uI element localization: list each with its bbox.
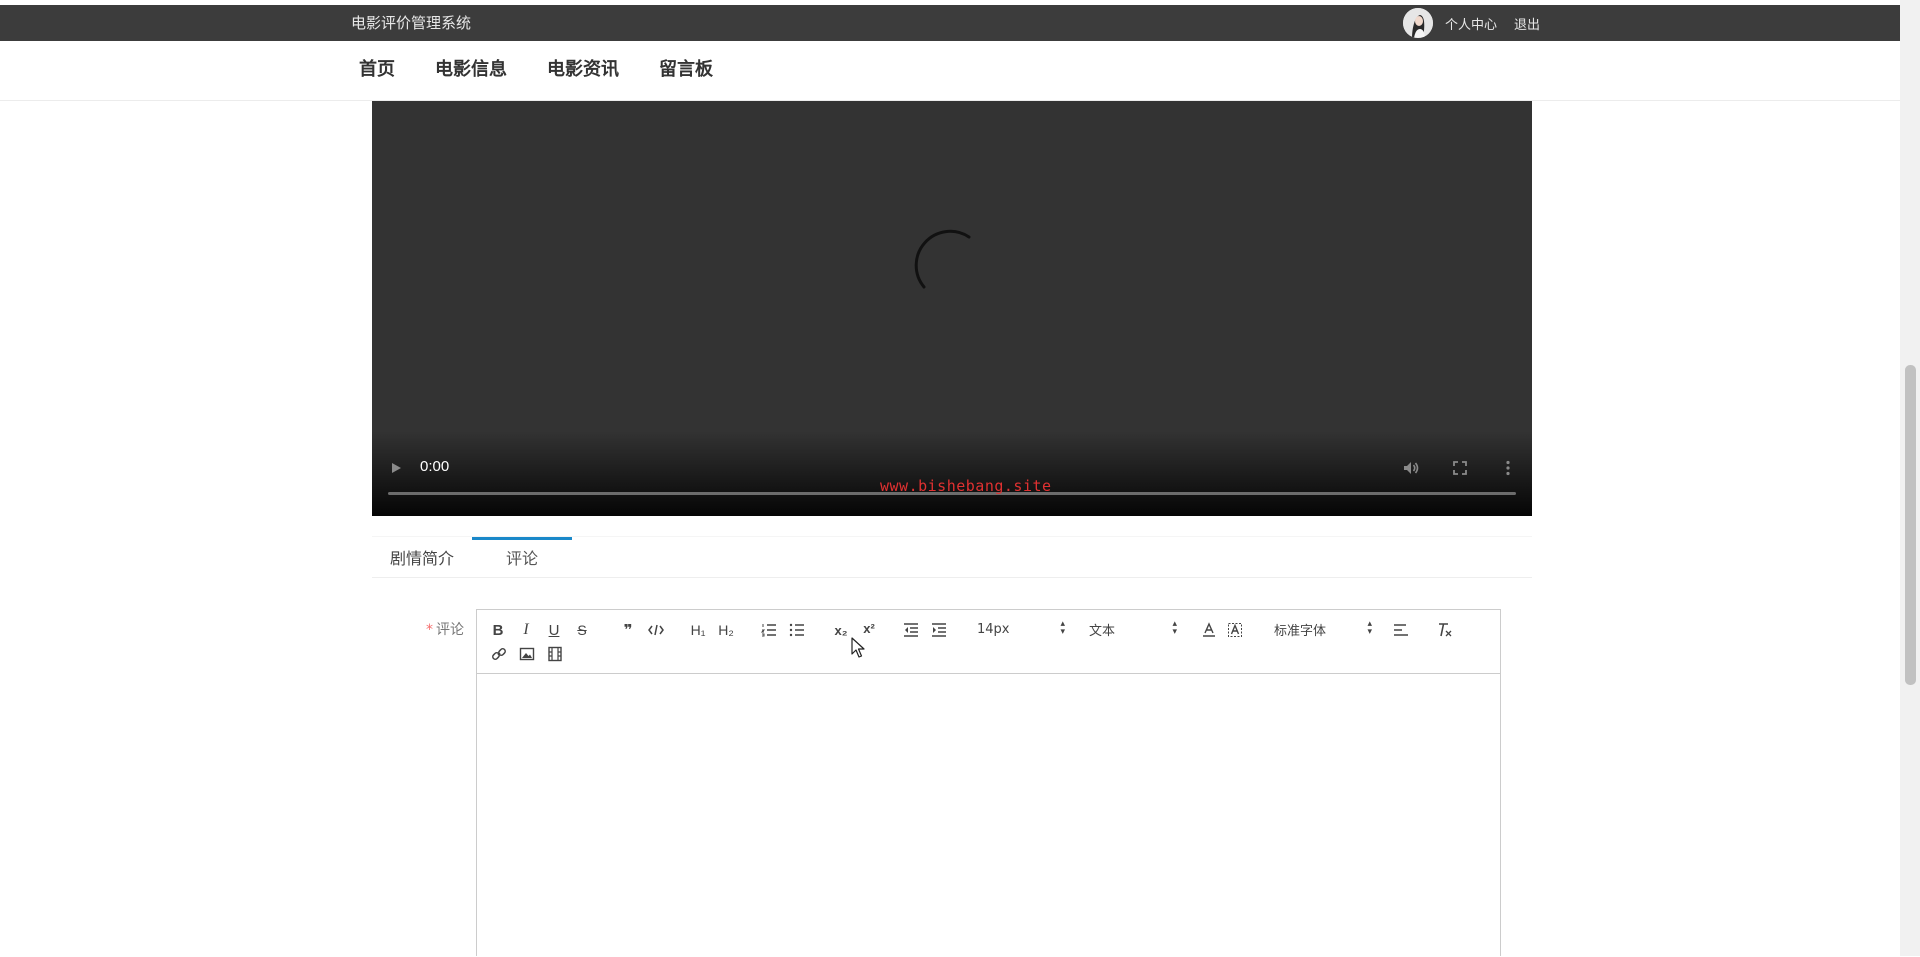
play-icon[interactable] xyxy=(386,458,406,478)
font-size-select[interactable]: 14px ▴ ▾ xyxy=(977,619,1065,639)
select-arrows-icon: ▴ ▾ xyxy=(1060,619,1065,637)
outdent-icon xyxy=(904,623,918,637)
bullet-list-button[interactable] xyxy=(788,620,806,640)
outdent-button[interactable] xyxy=(902,620,920,640)
fullscreen-icon[interactable] xyxy=(1450,458,1470,478)
bullet-list-icon xyxy=(789,623,804,637)
editor-toolbar: B I U S ❞ H₁ H₂ x₂ x² 14px ▴ ▾ 文本 ▴ ▾ 标准… xyxy=(477,610,1500,674)
code-block-button[interactable] xyxy=(647,620,665,640)
user-center-link[interactable]: 个人中心 xyxy=(1445,14,1497,33)
h1-button[interactable]: H₁ xyxy=(687,620,709,640)
select-arrows-icon: ▴ ▾ xyxy=(1367,619,1372,637)
clear-format-icon xyxy=(1439,623,1452,637)
h2-button[interactable]: H₂ xyxy=(715,620,737,640)
italic-button[interactable]: I xyxy=(518,620,534,640)
bold-button[interactable]: B xyxy=(490,620,506,640)
loading-spinner-icon xyxy=(914,229,971,289)
text-color-button[interactable] xyxy=(1200,620,1218,640)
detail-tabs: 剧情简介 评论 xyxy=(372,536,1532,578)
link-icon xyxy=(492,648,506,660)
logout-link[interactable]: 退出 xyxy=(1514,14,1540,33)
nav-movie-news[interactable]: 电影资讯 xyxy=(547,41,619,99)
font-size-value: 14px xyxy=(977,621,1010,637)
strike-button[interactable]: S xyxy=(574,620,590,640)
background-color-icon xyxy=(1228,623,1242,637)
text-color-icon xyxy=(1203,622,1215,637)
top-bar: 电影评价管理系统 个人中心 退出 xyxy=(0,5,1900,41)
image-button[interactable] xyxy=(518,644,536,664)
indent-icon xyxy=(932,623,946,637)
ordered-list-button[interactable] xyxy=(760,620,778,640)
align-button[interactable] xyxy=(1392,620,1410,640)
underline-button[interactable]: U xyxy=(546,620,562,640)
main-nav: 首页 电影信息 电影资讯 留言板 xyxy=(0,41,1900,101)
superscript-button[interactable]: x² xyxy=(859,618,879,638)
tab-comments[interactable]: 评论 xyxy=(472,537,572,579)
ordered-list-icon xyxy=(761,624,776,637)
align-left-icon xyxy=(1394,624,1408,636)
video-time: 0:00 xyxy=(420,458,450,475)
required-mark: * xyxy=(426,622,433,638)
subscript-button[interactable]: x₂ xyxy=(831,620,851,640)
user-avatar[interactable] xyxy=(1403,8,1433,38)
header-select[interactable]: 文本 ▴ ▾ xyxy=(1089,619,1177,639)
select-arrows-icon: ▴ ▾ xyxy=(1172,619,1177,637)
watermark-text: www.bishebang.site xyxy=(880,477,1052,495)
font-family-select[interactable]: 标准字体 ▴ ▾ xyxy=(1274,619,1372,639)
clear-format-button[interactable] xyxy=(1435,620,1453,640)
code-icon xyxy=(648,624,664,636)
user-area: 个人中心 退出 xyxy=(1403,8,1540,38)
indent-button[interactable] xyxy=(930,620,948,640)
video-icon xyxy=(548,646,562,662)
background-color-button[interactable] xyxy=(1226,620,1244,640)
mouse-pointer-icon xyxy=(851,637,865,658)
link-button[interactable] xyxy=(490,644,508,664)
editor-content-area[interactable] xyxy=(477,675,1500,957)
rich-text-editor: B I U S ❞ H₁ H₂ x₂ x² 14px ▴ ▾ 文本 ▴ ▾ 标准… xyxy=(476,609,1501,956)
site-title: 电影评价管理系统 xyxy=(351,14,472,32)
video-button[interactable] xyxy=(546,644,564,664)
video-player[interactable]: 0:00 xyxy=(372,101,1532,516)
header-value: 文本 xyxy=(1089,623,1116,639)
image-icon xyxy=(519,647,535,661)
comment-label: * 评论 xyxy=(426,619,464,639)
page-scrollbar-thumb[interactable] xyxy=(1905,365,1916,685)
blockquote-button[interactable]: ❞ xyxy=(619,620,637,640)
comment-label-text: 评论 xyxy=(436,622,464,638)
nav-message-board[interactable]: 留言板 xyxy=(659,41,713,99)
more-options-icon[interactable] xyxy=(1498,458,1518,478)
video-controls-gradient xyxy=(372,431,1532,516)
volume-icon[interactable] xyxy=(1401,458,1421,478)
nav-home[interactable]: 首页 xyxy=(359,41,395,99)
tab-synopsis[interactable]: 剧情简介 xyxy=(390,537,454,579)
font-family-value: 标准字体 xyxy=(1274,623,1327,639)
nav-movie-info[interactable]: 电影信息 xyxy=(435,41,507,99)
